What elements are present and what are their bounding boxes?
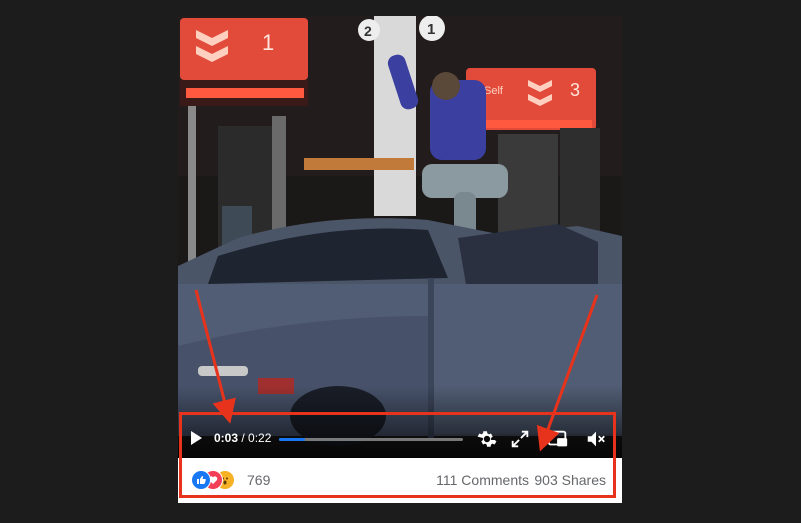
time-separator: / — [238, 431, 249, 445]
pump-3-label: Self — [484, 85, 504, 97]
shares-link[interactable]: 903 Shares — [534, 472, 606, 488]
comments-link[interactable]: 111 Comments — [436, 472, 529, 488]
time-display: 0:03 / 0:22 — [214, 431, 271, 445]
pole-number-1: 1 — [427, 21, 435, 38]
speaker-muted-icon[interactable] — [585, 428, 607, 450]
video-frame[interactable]: 1 2 1 Self 3 0:03 / 0:22 — [178, 16, 622, 458]
progress-bar[interactable] — [279, 438, 463, 441]
video-scene: 1 2 1 Self 3 — [178, 16, 622, 458]
progress-fill — [279, 438, 305, 441]
video-post-card: 1 2 1 Self 3 0:03 / 0:22 769 111 Comment… — [178, 16, 622, 503]
pump-3-number: 3 — [570, 80, 580, 100]
video-controls-bar: 0:03 / 0:22 — [178, 418, 622, 458]
expand-icon[interactable] — [509, 428, 531, 450]
reaction-icons[interactable] — [191, 470, 243, 490]
current-time: 0:03 — [214, 431, 239, 445]
picture-in-picture-icon[interactable] — [547, 428, 569, 450]
play-icon[interactable] — [188, 430, 204, 446]
pole-number-2: 2 — [364, 23, 372, 39]
reaction-count[interactable]: 769 — [247, 472, 270, 488]
like-icon — [191, 470, 211, 490]
engagement-bar: 769 111 Comments 903 Shares — [178, 458, 622, 503]
pump-1-number: 1 — [262, 30, 274, 55]
gear-icon[interactable] — [476, 428, 498, 450]
duration: 0:22 — [248, 431, 272, 445]
